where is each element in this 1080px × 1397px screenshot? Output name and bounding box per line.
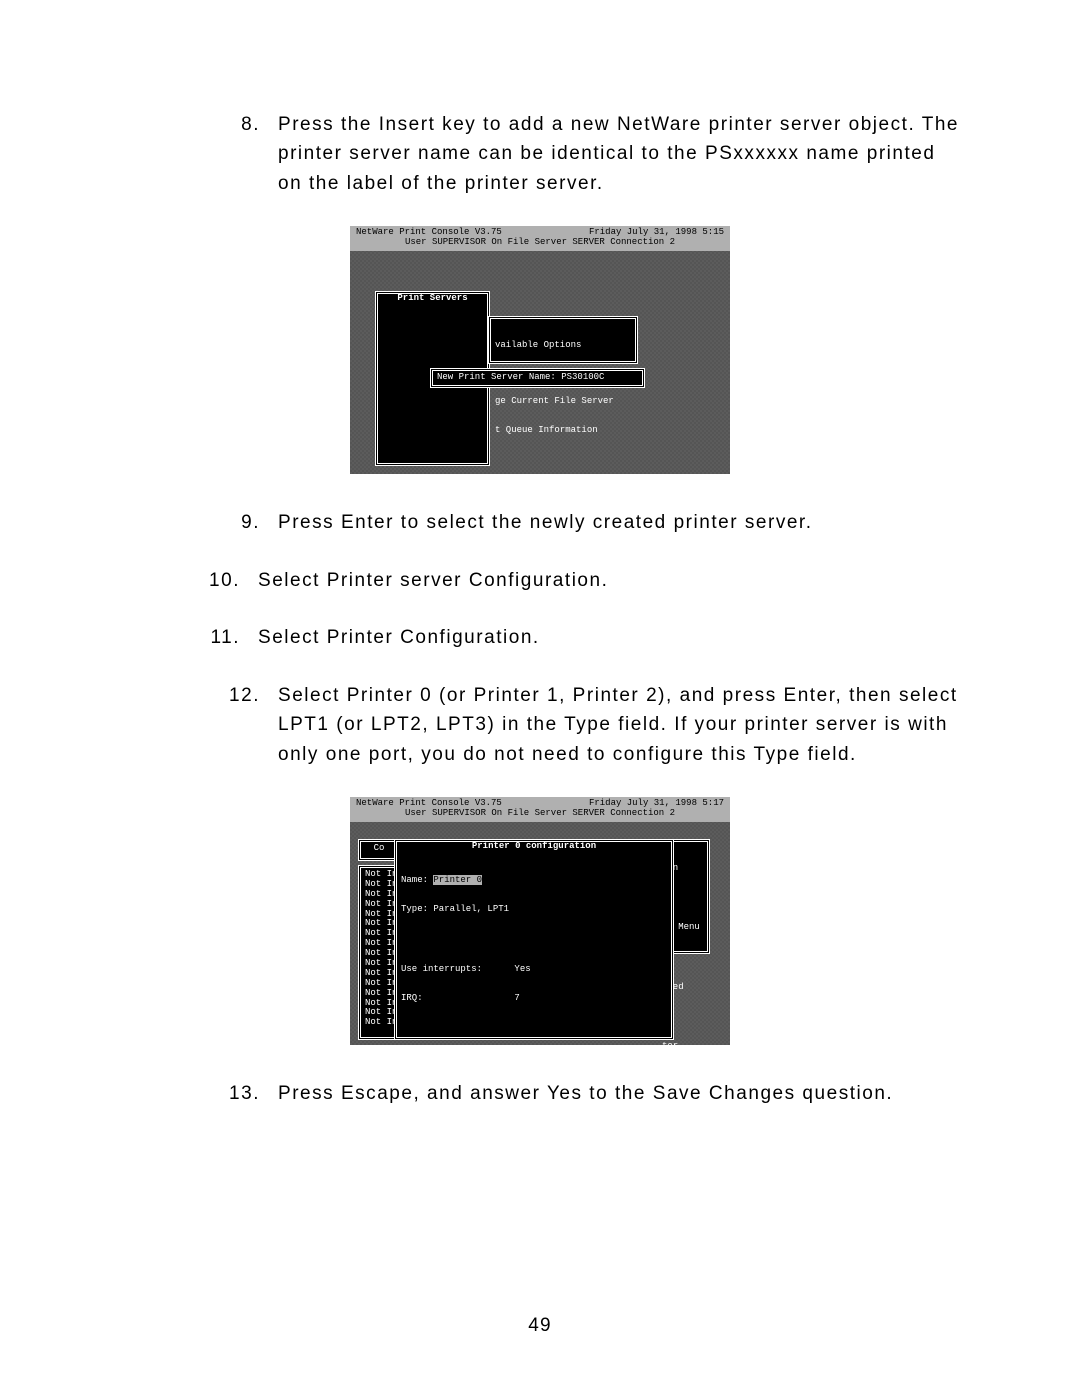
header-subtitle: User SUPERVISOR On File Server SERVER Co… — [356, 238, 724, 248]
step-text: Press Escape, and answer Yes to the Save… — [278, 1079, 965, 1108]
cfg-name-row: Name: Printer 0 — [401, 876, 667, 886]
step-text: Select Printer 0 (or Printer 1, Printer … — [278, 681, 965, 769]
co-label: Co — [361, 842, 397, 856]
cfg-irq: IRQ: 7 — [401, 994, 667, 1004]
instruction-list: 8. Press the Insert key to add a new Net… — [115, 110, 965, 198]
cfg-interrupts: Use interrupts: Yes — [401, 965, 667, 975]
instruction-list-2: 9. Press Enter to select the newly creat… — [115, 508, 965, 769]
new-print-server-name-panel: New Print Server Name: PS30100C — [430, 368, 645, 388]
step-number: 11. — [195, 623, 240, 652]
step-9: 9. Press Enter to select the newly creat… — [115, 508, 965, 537]
dos-header: NetWare Print Console V3.75 Friday July … — [350, 797, 730, 822]
options-title: vailable Options — [495, 341, 631, 351]
step-11: 11. Select Printer Configuration. — [115, 623, 965, 652]
cfg-type: Type: Parallel, LPT1 — [401, 905, 667, 915]
new-server-name-label: New Print Server Name: PS30100C — [433, 371, 642, 385]
dos-screenshot-2: NetWare Print Console V3.75 Friday July … — [350, 797, 730, 1045]
option-queue-info: t Queue Information — [495, 426, 631, 436]
instruction-list-3: 13. Press Escape, and answer Yes to the … — [115, 1079, 965, 1108]
step-8: 8. Press the Insert key to add a new Net… — [115, 110, 965, 198]
step-number: 9. — [215, 508, 260, 537]
cfg-name-value: Printer 0 — [433, 875, 482, 885]
step-number: 8. — [215, 110, 260, 198]
step-number: 10. — [195, 566, 240, 595]
figure-1: NetWare Print Console V3.75 Friday July … — [115, 226, 965, 474]
dos-screenshot-1: NetWare Print Console V3.75 Friday July … — [350, 226, 730, 474]
figure-2: NetWare Print Console V3.75 Friday July … — [115, 797, 965, 1045]
printer-config-panel: Printer 0 configuration Name: Printer 0 … — [394, 839, 674, 1040]
step-13: 13. Press Escape, and answer Yes to the … — [115, 1079, 965, 1108]
dos-header: NetWare Print Console V3.75 Friday July … — [350, 226, 730, 251]
step-number: 13. — [215, 1079, 260, 1108]
document-page: 8. Press the Insert key to add a new Net… — [0, 0, 1080, 1397]
panel-title: Printer 0 configuration — [397, 842, 671, 852]
step-number: 12. — [215, 681, 260, 769]
step-text: Press the Insert key to add a new NetWar… — [278, 110, 965, 198]
page-number: 49 — [0, 1315, 1080, 1337]
panel-title: Print Servers — [378, 294, 487, 304]
step-text: Press Enter to select the newly created … — [278, 508, 965, 537]
step-12: 12. Select Printer 0 (or Printer 1, Prin… — [115, 681, 965, 769]
step-text: Select Printer server Configuration. — [258, 566, 965, 595]
step-text: Select Printer Configuration. — [258, 623, 965, 652]
available-options-panel: vailable Options ge Current File Server … — [488, 316, 638, 364]
step-10: 10. Select Printer server Configuration. — [115, 566, 965, 595]
option-current-file-server: ge Current File Server — [495, 397, 631, 407]
header-subtitle: User SUPERVISOR On File Server SERVER Co… — [356, 809, 724, 819]
